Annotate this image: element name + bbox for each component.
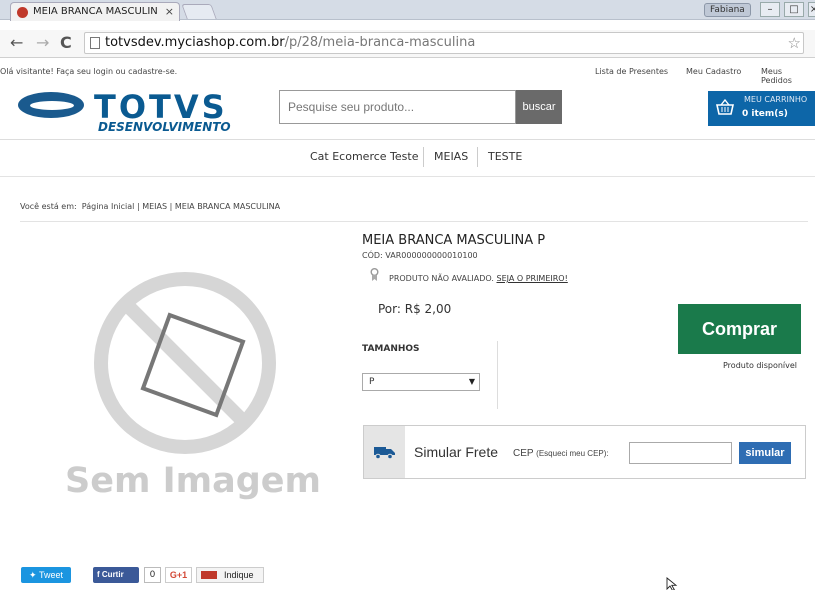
search-button[interactable]: buscar: [516, 90, 562, 124]
buy-button[interactable]: Comprar: [678, 304, 801, 354]
mouse-cursor-icon: [666, 577, 678, 590]
size-label: TAMANHOS: [362, 344, 420, 354]
category-nav: Cat Ecomerce Teste MEIAS TESTE: [0, 140, 815, 175]
address-bar: ← → C totvsdev.myciashop.com.br/p/28/mei…: [0, 30, 815, 58]
breadcrumb-separator: |: [169, 202, 173, 211]
cart-count: 0 item(s): [742, 109, 788, 119]
page-icon: [90, 37, 100, 49]
cep-label-text: CEP: [513, 448, 534, 459]
cart-title: MEU CARRINHO: [744, 95, 808, 104]
reload-icon[interactable]: C: [60, 33, 72, 52]
cep-input[interactable]: [629, 442, 732, 464]
category-separator: [423, 147, 424, 167]
logo-subtitle: DESENVOLVIMENTO: [98, 120, 231, 134]
back-icon[interactable]: ←: [10, 33, 23, 52]
facebook-icon: f: [97, 570, 100, 579]
rate-first-link[interactable]: SEJA O PRIMEIRO!: [496, 274, 567, 283]
size-selected-value: P: [369, 377, 375, 387]
truck-icon: [374, 447, 395, 459]
recommend-button[interactable]: Indique: [196, 567, 264, 583]
breadcrumb-separator: |: [136, 202, 140, 211]
category-item-teste[interactable]: TESTE: [488, 150, 522, 163]
freight-icon-box: [364, 426, 405, 478]
basket-icon: [716, 98, 734, 120]
url-host: totvsdev.myciashop.com.br: [105, 35, 285, 50]
site-topbar: Olá visitante! Faça seu login ou cadastr…: [0, 60, 815, 85]
browser-tab[interactable]: MEIA BRANCA MASCULIN ×: [10, 2, 180, 21]
facebook-like-button[interactable]: f Curtir: [93, 567, 139, 583]
cart-button[interactable]: MEU CARRINHO 0 item(s): [708, 91, 815, 126]
breadcrumb: Você está em: Página Inicial | MEIAS | M…: [20, 202, 280, 211]
logo-mark-icon: [18, 92, 84, 118]
tab-title: MEIA BRANCA MASCULIN: [33, 6, 158, 17]
link-gift-list[interactable]: Lista de Presentes: [595, 67, 668, 76]
freight-simulator: Simular Frete CEP (Esqueci meu CEP): sim…: [363, 425, 806, 479]
close-window-icon[interactable]: ×: [808, 2, 815, 17]
forward-icon[interactable]: →: [36, 33, 49, 52]
facebook-like-label: Curtir: [101, 570, 124, 579]
product-image-placeholder: Sem Imagem: [62, 268, 321, 508]
ribbon-icon: [370, 268, 379, 281]
link-my-account[interactable]: Meu Cadastro: [686, 67, 741, 76]
tweet-button[interactable]: ✦ Tweet: [21, 567, 71, 583]
product-code: CÓD: VAR000000000010100: [362, 251, 478, 260]
site-favicon-icon: [17, 7, 28, 18]
freight-title: Simular Frete: [414, 444, 499, 460]
rating-status: PRODUTO NÃO AVALIADO.: [389, 274, 494, 283]
search-input[interactable]: [279, 90, 516, 124]
minimize-icon[interactable]: –: [760, 2, 780, 17]
bookmark-star-icon[interactable]: ☆: [788, 33, 801, 53]
tab-close-icon[interactable]: ×: [165, 3, 174, 21]
cep-label: CEP (Esqueci meu CEP):: [513, 448, 609, 459]
breadcrumb-prefix: Você está em:: [20, 202, 77, 211]
maximize-icon[interactable]: □: [784, 2, 804, 17]
divider: [497, 341, 498, 409]
google-plus-button[interactable]: G+1: [165, 567, 192, 583]
size-select[interactable]: P ▼: [362, 373, 480, 391]
breadcrumb-current[interactable]: MEIA BRANCA MASCULINA: [175, 202, 280, 211]
browser-user-chip[interactable]: Fabiana: [704, 3, 751, 17]
no-image-text: Sem Imagem: [65, 461, 321, 501]
twitter-bird-icon: ✦: [29, 570, 37, 580]
category-item-meias[interactable]: MEIAS: [434, 150, 468, 163]
dropdown-arrow-icon: ▼: [468, 377, 475, 386]
browser-tabstrip: MEIA BRANCA MASCULIN × Fabiana – □ ×: [0, 0, 815, 21]
category-item-ecomerce[interactable]: Cat Ecomerce Teste: [310, 150, 418, 163]
link-my-orders[interactable]: Meus Pedidos: [761, 67, 815, 85]
divider: [0, 176, 815, 177]
divider: [20, 221, 808, 222]
envelope-icon: [201, 571, 217, 579]
forgot-cep-link[interactable]: (Esqueci meu CEP):: [536, 449, 608, 458]
tweet-label: Tweet: [38, 570, 63, 580]
category-separator: [477, 147, 478, 167]
new-tab-button[interactable]: [181, 4, 217, 19]
facebook-like-count: 0: [144, 567, 161, 583]
site-logo[interactable]: TOTVS DESENVOLVIMENTO: [18, 88, 238, 134]
breadcrumb-home[interactable]: Página Inicial: [82, 202, 135, 211]
product-price: Por: R$ 2,00: [378, 302, 452, 316]
url-field[interactable]: totvsdev.myciashop.com.br/p/28/meia-bran…: [84, 32, 804, 54]
breadcrumb-meias[interactable]: MEIAS: [142, 202, 167, 211]
product-title: MEIA BRANCA MASCULINA P: [362, 233, 546, 248]
simulate-button[interactable]: simular: [739, 442, 791, 464]
stock-status: Produto disponível: [723, 361, 798, 370]
welcome-message[interactable]: Olá visitante! Faça seu login ou cadastr…: [0, 67, 177, 76]
no-image-icon: [94, 272, 276, 454]
recommend-label: Indique: [224, 570, 254, 580]
url-path: /p/28/meia-branca-masculina: [284, 35, 476, 50]
